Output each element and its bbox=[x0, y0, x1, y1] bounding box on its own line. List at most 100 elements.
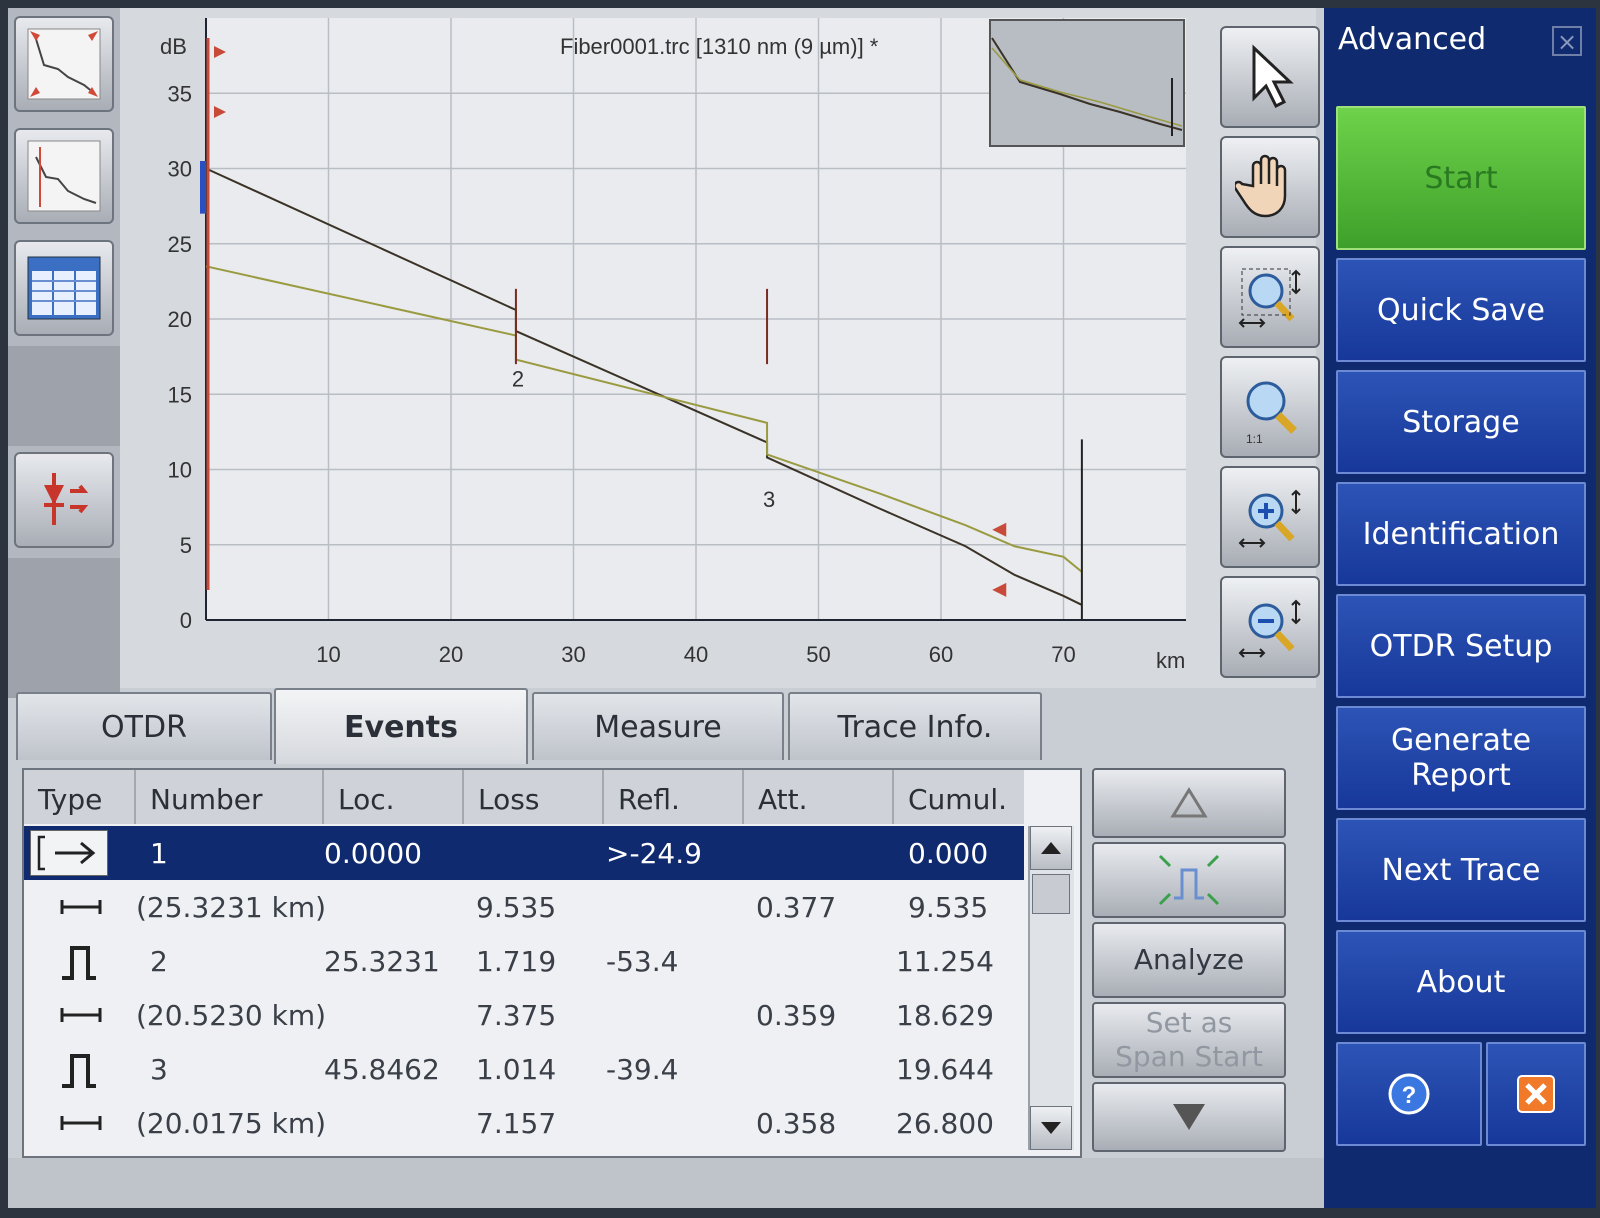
y-tick-label: 10 bbox=[168, 458, 192, 483]
tab-bar: OTDR Events Measure Trace Info. bbox=[16, 688, 1076, 764]
cell-loss: 7.157 bbox=[476, 1107, 557, 1140]
scroll-down-arrow-icon[interactable] bbox=[1030, 1106, 1072, 1150]
previous-event-button[interactable] bbox=[1092, 768, 1286, 838]
help-icon: ? bbox=[1388, 1073, 1430, 1115]
cell-loc: 45.8462 bbox=[324, 1053, 440, 1086]
tab-trace-info[interactable]: Trace Info. bbox=[788, 692, 1042, 760]
about-button[interactable]: About bbox=[1336, 930, 1586, 1034]
zoom-full-icon[interactable]: 1:1 bbox=[1220, 356, 1320, 458]
set-span-start-button[interactable]: Set as Span Start bbox=[1092, 1002, 1286, 1078]
scroll-thumb[interactable] bbox=[1032, 874, 1070, 914]
y-tick-label: 20 bbox=[168, 307, 192, 332]
col-att[interactable]: Att. bbox=[744, 770, 894, 824]
event-label: 2 bbox=[512, 367, 524, 392]
y-tick-label: 30 bbox=[168, 157, 192, 182]
col-number[interactable]: Number bbox=[136, 770, 324, 824]
next-trace-button[interactable]: Next Trace bbox=[1336, 818, 1586, 922]
svg-text:?: ? bbox=[1402, 1082, 1417, 1109]
col-type[interactable]: Type bbox=[24, 770, 136, 824]
table-row[interactable]: (20.0175 km) 7.157 0.358 26.800 bbox=[24, 1096, 1024, 1150]
chart-title: Fiber0001.trc [1310 nm (9 µm)] * bbox=[560, 34, 879, 59]
cell-loss: 7.375 bbox=[476, 999, 557, 1032]
launch-event-icon bbox=[30, 830, 108, 876]
cell-number: 2 bbox=[150, 945, 168, 978]
laser-source-icon[interactable] bbox=[14, 452, 114, 548]
x-tick-label: 50 bbox=[806, 642, 830, 667]
zoom-event-icon bbox=[1158, 854, 1220, 906]
event-table-icon[interactable] bbox=[14, 240, 114, 336]
exit-button[interactable] bbox=[1486, 1042, 1586, 1146]
x-tick-label: 20 bbox=[439, 642, 463, 667]
col-cumul[interactable]: Cumul. bbox=[894, 770, 1024, 824]
y-tick-label: 5 bbox=[180, 533, 192, 558]
event-label: 3 bbox=[763, 487, 775, 512]
start-button[interactable]: Start bbox=[1336, 106, 1586, 250]
cell-att: 0.377 bbox=[756, 891, 837, 924]
next-event-button[interactable] bbox=[1092, 1082, 1286, 1152]
sidebar-title: Advanced bbox=[1338, 22, 1487, 57]
zoom-in-icon[interactable] bbox=[1220, 466, 1320, 568]
col-loc[interactable]: Loc. bbox=[324, 770, 464, 824]
toolbar-spacer bbox=[8, 558, 120, 698]
close-sidebar-icon[interactable]: × bbox=[1552, 26, 1582, 56]
generate-report-button[interactable]: Generate Report bbox=[1336, 706, 1586, 810]
analyze-button[interactable]: Analyze bbox=[1092, 922, 1286, 998]
table-row[interactable]: 3 45.8462 1.014 -39.4 19.644 bbox=[24, 1042, 1024, 1096]
toolbar-spacer bbox=[8, 346, 120, 446]
otdr-setup-button[interactable]: OTDR Setup bbox=[1336, 594, 1586, 698]
y-tick-label: 0 bbox=[180, 608, 192, 633]
help-button[interactable]: ? bbox=[1336, 1042, 1482, 1146]
pan-hand-icon[interactable] bbox=[1220, 136, 1320, 238]
storage-button[interactable]: Storage bbox=[1336, 370, 1586, 474]
y-tick-label: 35 bbox=[168, 81, 192, 106]
table-row[interactable]: (20.5230 km) 7.375 0.359 18.629 bbox=[24, 988, 1024, 1042]
table-scrollbar[interactable] bbox=[1028, 826, 1074, 1150]
cell-loc: 0.0000 bbox=[324, 837, 422, 870]
triangle-down-icon bbox=[1173, 1104, 1205, 1130]
exit-icon bbox=[1517, 1075, 1555, 1113]
scroll-up-arrow-icon[interactable] bbox=[1030, 826, 1072, 870]
x-tick-label: 60 bbox=[929, 642, 953, 667]
y-axis-label: dB bbox=[160, 34, 187, 59]
zoom-out-icon[interactable] bbox=[1220, 576, 1320, 678]
zoom-area-icon[interactable] bbox=[1220, 246, 1320, 348]
col-refl[interactable]: Refl. bbox=[604, 770, 744, 824]
overview-thumbnail[interactable] bbox=[989, 19, 1185, 147]
trace-graph[interactable]: 10 20 30 40 50 60 70 0 5 10 15 20 25 30 35 2 3 Fiber000… bbox=[120, 8, 1210, 688]
cell-loss: 1.719 bbox=[476, 945, 557, 978]
table-header: Type Number Loc. Loss Refl. Att. Cumul. bbox=[24, 770, 1024, 824]
left-toolbar bbox=[8, 8, 120, 698]
cell-number: 3 bbox=[150, 1053, 168, 1086]
set-span-line2: Span Start bbox=[1115, 1040, 1263, 1073]
tab-events[interactable]: Events bbox=[274, 688, 528, 764]
triangle-up-icon bbox=[1170, 787, 1208, 818]
status-strip bbox=[8, 1158, 1324, 1208]
trace-graph-panel: 10 20 30 40 50 60 70 0 5 10 15 20 25 30 35 2 3 Fiber000… bbox=[120, 8, 1316, 688]
table-row[interactable]: 1 0.0000 >-24.9 0.000 bbox=[24, 826, 1024, 880]
x-tick-label: 10 bbox=[316, 642, 340, 667]
zoom-on-event-button[interactable] bbox=[1092, 842, 1286, 918]
trace-zoom-icon[interactable] bbox=[14, 128, 114, 224]
graph-tools: 1:1 bbox=[1220, 14, 1320, 680]
cell-cumul: 11.254 bbox=[896, 945, 994, 978]
y-tick-label: 25 bbox=[168, 232, 192, 257]
cell-loc: 25.3231 bbox=[324, 945, 440, 978]
tab-measure[interactable]: Measure bbox=[532, 692, 784, 760]
quick-save-button[interactable]: Quick Save bbox=[1336, 258, 1586, 362]
cell-refl: >-24.9 bbox=[606, 837, 702, 870]
col-loss[interactable]: Loss bbox=[464, 770, 604, 824]
otdr-screen: 10 20 30 40 50 60 70 0 5 10 15 20 25 30 35 2 3 Fiber000… bbox=[8, 8, 1596, 1208]
pointer-icon[interactable] bbox=[1220, 26, 1320, 128]
trace-overview-icon[interactable] bbox=[14, 16, 114, 112]
table-row[interactable]: (25.3231 km) 9.535 0.377 9.535 bbox=[24, 880, 1024, 934]
cell-refl: -53.4 bbox=[606, 945, 679, 978]
cell-att: 0.359 bbox=[756, 999, 837, 1032]
cell-att: 0.358 bbox=[756, 1107, 837, 1140]
advanced-sidebar: Advanced × Start Quick Save Storage Iden… bbox=[1324, 8, 1596, 1208]
cell-cumul: 18.629 bbox=[896, 999, 994, 1032]
identification-button[interactable]: Identification bbox=[1336, 482, 1586, 586]
svg-text:1:1: 1:1 bbox=[1246, 432, 1263, 445]
cell-cumul: 19.644 bbox=[896, 1053, 994, 1086]
tab-otdr[interactable]: OTDR bbox=[16, 692, 272, 760]
table-row[interactable]: 2 25.3231 1.719 -53.4 11.254 bbox=[24, 934, 1024, 988]
